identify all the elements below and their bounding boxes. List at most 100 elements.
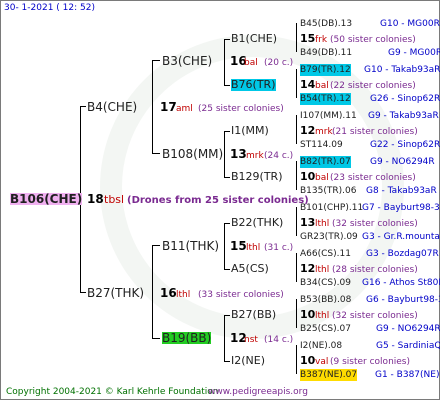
g4-breeder: mrk <box>315 127 333 137</box>
g4-top-origin: G6 - Bayburt98-3 <box>366 295 440 305</box>
g4-top-origin: G10 - Takab93aR <box>364 65 440 75</box>
g4-top-queen[interactable]: B79(TR).12 <box>300 64 351 76</box>
g2-queen-3[interactable]: B11(THK) <box>162 240 219 252</box>
g4-desc: (32 sister colonies) <box>332 311 418 321</box>
connector <box>152 60 153 153</box>
g4-top-origin: G9 - Takab93aR <box>368 111 439 121</box>
root-number: 18 <box>87 192 104 206</box>
g4-bottom-origin: G3 - Gr.R.mounta <box>362 232 440 242</box>
g2-queen-4[interactable]: B19(BB) <box>162 332 212 344</box>
g3-queen-3[interactable]: I1(MM) <box>231 125 269 137</box>
g3-queen-5[interactable]: B22(THK) <box>231 217 283 229</box>
g4-number: 10 <box>300 308 316 321</box>
g1-number-2: 16 <box>160 286 177 300</box>
g4-desc: (9 sister colonies) <box>330 357 411 367</box>
g4-breeder: lthl <box>315 219 330 229</box>
g4-top-queen[interactable]: B82(TR).07 <box>300 156 351 168</box>
connector <box>224 131 225 177</box>
g2-desc-3: (31 c.) <box>264 243 294 253</box>
g4-top-origin: G9 - NO6294R <box>370 157 435 167</box>
timestamp: 30- 1-2021 ( 12: 52) <box>4 3 95 13</box>
root-queen[interactable]: B106(CHE) <box>10 193 83 205</box>
g4-bottom-queen[interactable]: B34(CS).09 <box>300 277 351 289</box>
connector <box>152 245 160 246</box>
g4-number: 10 <box>300 354 316 367</box>
g2-queen-2[interactable]: B108(MM) <box>162 148 223 160</box>
g2-desc-1: (20 c.) <box>264 58 294 68</box>
g4-number: 12 <box>300 262 316 275</box>
g2-queen-1[interactable]: B3(CHE) <box>162 55 212 67</box>
g4-top-origin: G3 - Bozdag07R <box>366 249 439 259</box>
g4-desc: (22 sister colonies) <box>330 81 416 91</box>
g2-desc-2: (24 c.) <box>264 151 294 161</box>
connector <box>224 39 225 85</box>
g4-bottom-origin: G9 - MG00R <box>388 48 440 58</box>
g4-bottom-queen[interactable]: B25(CS).07 <box>300 323 351 335</box>
g3-queen-7[interactable]: B27(BB) <box>231 309 276 321</box>
connector <box>80 292 86 293</box>
g2-number-2: 13 <box>230 147 247 161</box>
connector <box>296 345 297 374</box>
g1-breeder-2: lthl <box>176 290 191 300</box>
g1-queen-2[interactable]: B27(THK) <box>87 287 144 299</box>
site-link[interactable]: www.pedigreeapis.org <box>208 386 308 398</box>
g4-number: 13 <box>300 216 316 229</box>
g4-bottom-queen[interactable]: B54(TR).12 <box>300 93 351 105</box>
g4-bottom-queen[interactable]: B387(NE).07 <box>300 369 358 381</box>
connector <box>224 315 225 361</box>
connector <box>224 131 230 132</box>
g4-number: 12 <box>300 124 316 137</box>
g4-top-queen[interactable]: B101(CHP).11 <box>300 202 363 214</box>
g4-top-queen[interactable]: I2(NE).08 <box>300 340 342 352</box>
g2-breeder-3: lthl <box>246 243 261 253</box>
connector <box>224 39 230 40</box>
g4-top-queen[interactable]: B45(DB).13 <box>300 18 352 30</box>
g4-breeder: bal <box>315 173 329 183</box>
connector <box>224 269 230 270</box>
g1-number-1: 17 <box>160 100 177 114</box>
g4-desc: (50 sister colonies) <box>330 35 416 45</box>
g3-queen-6[interactable]: A5(CS) <box>231 263 269 275</box>
g4-bottom-origin: G8 - Takab93aR <box>366 186 437 196</box>
connector <box>80 106 86 107</box>
g2-number-3: 15 <box>230 239 247 253</box>
g4-bottom-queen[interactable]: ST114.09 <box>300 139 343 151</box>
g4-top-queen[interactable]: B53(BB).08 <box>300 294 351 306</box>
connector <box>296 161 297 190</box>
g3-queen-4[interactable]: B129(TR) <box>231 171 283 183</box>
g4-desc: (32 sister colonies) <box>332 219 418 229</box>
g4-bottom-queen[interactable]: GR23(TR).09 <box>300 231 358 243</box>
g3-queen-2[interactable]: B76(TR) <box>231 79 276 91</box>
connector <box>224 177 230 178</box>
g3-queen-8[interactable]: I2(NE) <box>231 355 265 367</box>
copyright: Copyright 2004-2021 © Karl Kehrle Founda… <box>6 387 219 397</box>
g4-number: 10 <box>300 170 316 183</box>
g3-queen-1[interactable]: B1(CHE) <box>231 33 277 45</box>
connector <box>224 223 230 224</box>
g4-bottom-origin: G22 - Sinop62R <box>370 140 440 150</box>
g4-desc: (28 sister colonies) <box>332 265 418 275</box>
g1-queen-1[interactable]: B4(CHE) <box>87 101 137 113</box>
g4-breeder: lthl <box>315 311 330 321</box>
g4-desc: (21 sister colonies) <box>332 127 418 137</box>
connector <box>296 253 297 282</box>
g4-bottom-origin: G9 - NO6294R <box>376 324 440 334</box>
g1-desc-1: (25 sister colonies) <box>198 104 284 114</box>
connector <box>152 338 160 339</box>
connector <box>296 23 297 52</box>
g4-breeder: val <box>315 357 329 367</box>
connector <box>224 223 225 269</box>
g4-bottom-queen[interactable]: B135(TR).06 <box>300 185 356 197</box>
g2-desc-4: (14 c.) <box>264 335 294 345</box>
connector <box>224 315 230 316</box>
g4-bottom-origin: G16 - Athos St80R <box>362 278 440 288</box>
g4-bottom-queen[interactable]: B49(DB).11 <box>300 47 352 59</box>
g4-top-queen[interactable]: A66(CS).11 <box>300 248 351 260</box>
connector <box>296 69 297 98</box>
g4-bottom-origin: G26 - Sinop62R <box>370 94 440 104</box>
g4-desc: (23 sister colonies) <box>330 173 416 183</box>
connector <box>296 299 297 328</box>
root-drones: (Drones from 25 sister colonies) <box>127 195 309 206</box>
g4-top-queen[interactable]: I107(MM).11 <box>300 110 357 122</box>
g1-desc-2: (33 sister colonies) <box>198 290 284 300</box>
